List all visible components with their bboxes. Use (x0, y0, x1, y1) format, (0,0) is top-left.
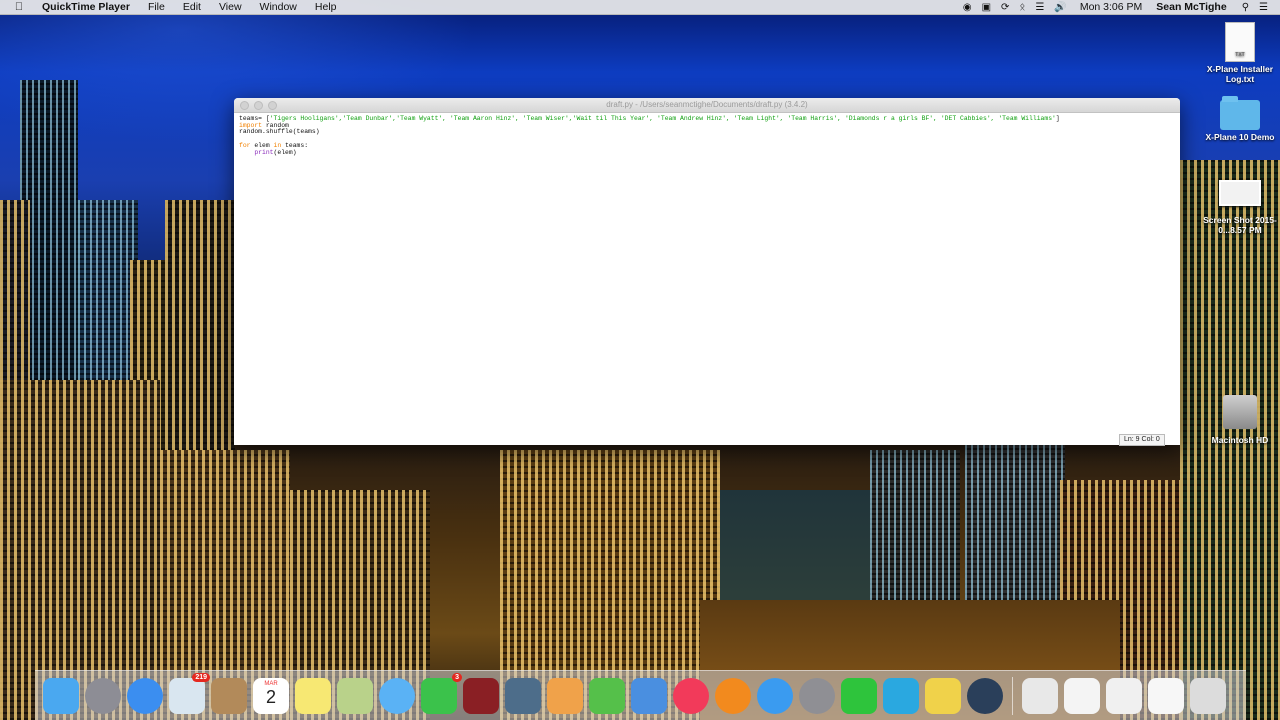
facetime-icon[interactable]: 3 (421, 672, 462, 714)
minimize-button[interactable] (254, 101, 263, 110)
photo-booth-icon[interactable] (463, 677, 499, 714)
trash-icon[interactable] (1190, 677, 1226, 714)
keynote-icon[interactable] (631, 677, 667, 714)
window-titlebar[interactable]: draft.py - /Users/seanmctighe/Documents/… (234, 98, 1180, 113)
spotlight-icon[interactable]: ⚲ (1242, 2, 1249, 13)
iphoto-icon[interactable] (505, 677, 541, 714)
facetime-badge: 3 (452, 672, 462, 682)
safari-icon[interactable] (127, 677, 163, 714)
close-button[interactable] (240, 101, 249, 110)
desktop-icon-label: X-Plane Installer Log.txt (1206, 64, 1274, 84)
desktop-icon-screenshot[interactable]: Screen Shot 2015-0...8.57 PM (1200, 180, 1280, 235)
calendar-month: MAR (264, 680, 278, 687)
launchpad-icon[interactable] (85, 677, 121, 714)
documents-stack-icon[interactable] (1022, 677, 1058, 714)
wifi-icon[interactable]: ☰ (1035, 2, 1044, 13)
itunes-icon[interactable] (673, 677, 709, 714)
calendar-day: 2 (265, 686, 276, 707)
runner-icon[interactable] (841, 677, 877, 714)
menu-edit[interactable]: Edit (183, 1, 201, 13)
folder-icon (1220, 96, 1260, 130)
desktop-icon-label: Screen Shot 2015-0...8.57 PM (1203, 215, 1277, 235)
python-launcher-icon[interactable] (925, 677, 961, 714)
line-column-status: Ln: 9 Col: 0 (1119, 434, 1165, 446)
document-file-icon[interactable] (1106, 677, 1142, 714)
desktop-icon-label: Macintosh HD (1211, 435, 1269, 445)
system-preferences-icon[interactable] (799, 677, 835, 714)
messages-icon[interactable] (379, 677, 415, 714)
mail-badge: 219 (192, 672, 210, 682)
user-menu[interactable]: Sean McTighe (1156, 1, 1226, 13)
code-line-1: teams= ['Tigers Hooligans','Team Dunbar'… (239, 115, 1060, 122)
time-machine-icon[interactable]: ⟳ (1001, 2, 1009, 13)
menu-bar:  QuickTime Player File Edit View Window… (0, 0, 1280, 15)
editor-window: draft.py - /Users/seanmctighe/Documents/… (234, 98, 1180, 445)
notification-center-icon[interactable]: ☰ (1259, 2, 1268, 13)
menu-file[interactable]: File (148, 1, 165, 13)
finder-icon[interactable] (43, 677, 79, 714)
dock-separator (1012, 676, 1013, 715)
app-menu-quicktime[interactable]: QuickTime Player (42, 1, 130, 13)
record-icon[interactable]: ◉ (963, 2, 972, 13)
quicktime-icon[interactable] (967, 677, 1003, 714)
apple-icon[interactable]:  (12, 1, 26, 13)
text-file-icon (1225, 22, 1255, 62)
numbers-icon[interactable] (589, 677, 625, 714)
desktop-icon-label: X-Plane 10 Demo (1205, 132, 1275, 142)
window-title: draft.py - /Users/seanmctighe/Documents/… (606, 100, 808, 109)
menu-window[interactable]: Window (260, 1, 297, 13)
script-icon[interactable]: ▣ (982, 2, 991, 13)
mail-icon[interactable]: 219 (169, 672, 210, 714)
desktop-icon-xplane-demo[interactable]: X-Plane 10 Demo (1200, 96, 1280, 142)
screenshot-icon (1219, 180, 1261, 206)
notes-icon[interactable] (295, 677, 331, 714)
desktop-icon-installer-log[interactable]: X-Plane Installer Log.txt (1200, 22, 1280, 84)
code-line-6: print(elem) (254, 148, 297, 156)
downloads-stack-icon[interactable] (1064, 677, 1100, 714)
menu-help[interactable]: Help (315, 1, 337, 13)
code-editor[interactable]: teams= ['Tigers Hooligans','Team Dunbar'… (234, 113, 1180, 159)
checkmark-app-icon[interactable] (883, 677, 919, 714)
hard-drive-icon (1223, 395, 1257, 429)
zoom-button[interactable] (268, 101, 277, 110)
ibooks-icon[interactable] (715, 677, 751, 714)
app-store-icon[interactable] (757, 677, 793, 714)
menu-view[interactable]: View (219, 1, 242, 13)
pages-icon[interactable] (547, 677, 583, 714)
dock: 219 MAR 2 3 (35, 670, 1246, 720)
volume-icon[interactable]: 🔊 (1054, 2, 1066, 13)
screenshot-file-icon[interactable] (1148, 677, 1184, 714)
bluetooth-icon[interactable]: ᛟ (1019, 2, 1025, 13)
menu-clock[interactable]: Mon 3:06 PM (1080, 1, 1142, 13)
preview-icon[interactable] (337, 677, 373, 714)
code-line-3: random.shuffle(teams) (239, 128, 320, 136)
desktop-icon-macintosh-hd[interactable]: Macintosh HD (1200, 395, 1280, 445)
calendar-icon[interactable]: MAR 2 (253, 677, 289, 714)
contacts-icon[interactable] (211, 677, 247, 714)
